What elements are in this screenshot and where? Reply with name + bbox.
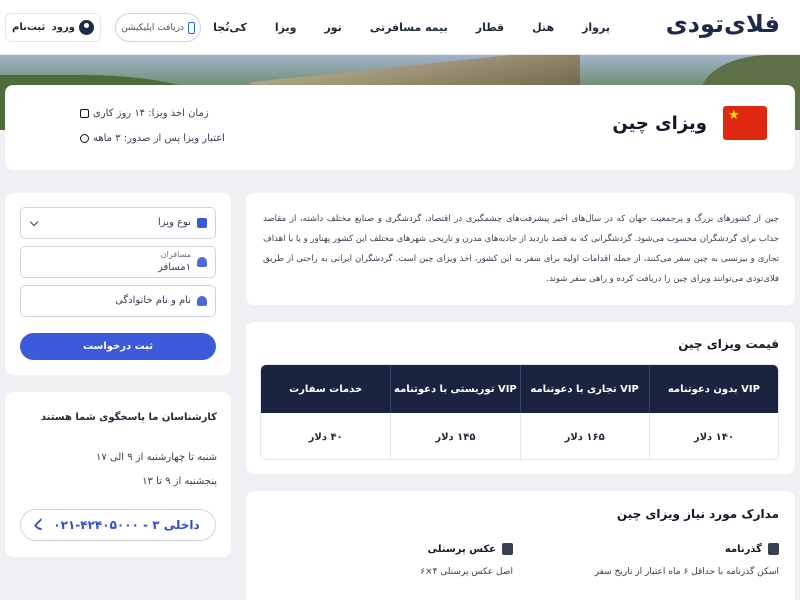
full-name-placeholder: نام و نام خانوادگی: [115, 295, 191, 306]
chevron-down-icon: [29, 217, 39, 227]
nav-kitoja[interactable]: کی‌تُجا: [213, 21, 247, 34]
passport-description: اسکن گذرنامه با حداقل ۶ ماه اعتبار از تا…: [594, 567, 779, 577]
visa-title-card: ★ ویزای چین زمان اخذ ویزا: ۱۴ روز کاری ا…: [5, 85, 795, 170]
document-item-passport: گذرنامه اسکن گذرنامه با حداقل ۶ ماه اعتب…: [595, 543, 779, 577]
calendar-icon: [80, 109, 89, 118]
nav-hotel[interactable]: هتل: [532, 21, 554, 34]
nav-flight[interactable]: پرواز: [582, 21, 610, 34]
photo-title: عکس پرسنلی: [427, 543, 496, 555]
price-cell: ۱۴۵ دلار: [390, 413, 519, 459]
visa-type-placeholder: نوع ویزا: [157, 217, 191, 228]
id-card-icon: [502, 543, 513, 555]
login-button[interactable]: ورود: [52, 20, 94, 35]
passengers-field[interactable]: مسافران ۱مسافر: [20, 246, 216, 278]
price-table-header: VIP بدون دعوتنامه VIP تجاری با دعوتنامه …: [261, 365, 778, 413]
visa-validity: اعتبار ویزا پس از صدور: ۳ ماهه: [80, 133, 225, 144]
get-app-label: دریافت اپلیکیشن: [121, 22, 184, 33]
passport-icon: [768, 543, 779, 555]
price-cell: ۴۰ دلار: [308, 431, 343, 443]
photo-description: اصل عکس پرسنلی ۴×۶: [420, 567, 513, 577]
price-cell: ۱۴۰ دلار: [648, 413, 778, 459]
working-hours-weekdays: شنبه تا چهارشنبه از ۹ الی ۱۷: [95, 452, 217, 463]
visa-type-select[interactable]: نوع ویزا: [20, 207, 216, 239]
price-heading: قیمت ویزای چین: [678, 337, 779, 351]
mobile-phone-icon: [187, 21, 195, 34]
price-col-header: خدمات سفارت: [289, 383, 363, 395]
document-item-photo: عکس پرسنلی اصل عکس پرسنلی ۴×۶: [420, 543, 513, 577]
price-cell: ۱۶۵ دلار: [519, 413, 649, 459]
contact-heading: کارشناسان ما پاسخگوی شما هستند: [40, 412, 217, 423]
page-title: ویزای چین: [612, 113, 707, 134]
visa-description: چین از کشورهای بزرگ و پرجمعیت جهان که در…: [263, 214, 779, 284]
price-table-row: ۱۴۰ دلار ۱۶۵ دلار ۱۴۵ دلار ۴۰ دلار: [261, 413, 778, 459]
required-documents-card: مدارک مورد نیاز ویزای چین گذرنامه اسکن گ…: [246, 491, 795, 600]
passport-title: گذرنامه: [724, 543, 762, 555]
document-icon: [197, 218, 207, 228]
documents-heading: مدارک مورد نیاز ویزای چین: [616, 507, 779, 521]
visa-request-form: نوع ویزا مسافران ۱مسافر نام و نام خانواد…: [5, 193, 231, 375]
user-circle-icon: [79, 20, 94, 35]
auth-box: ورود ثبت‌نام: [5, 13, 101, 42]
login-label: ورود: [51, 22, 75, 33]
nav-insurance[interactable]: بیمه مسافرتی: [370, 21, 448, 34]
validity-text: اعتبار ویزا پس از صدور: ۳ ماهه: [93, 133, 225, 144]
passengers-label: مسافران: [160, 250, 191, 259]
submit-request-button[interactable]: ثبت درخواست: [20, 333, 216, 360]
nav-visa[interactable]: ویزا: [275, 21, 297, 34]
phone-icon: [34, 517, 50, 533]
call-support-button[interactable]: ۰۲۱-۴۲۴۰۵۰۰۰ - داخلی ۳: [20, 509, 216, 541]
price-table: VIP بدون دعوتنامه VIP تجاری با دعوتنامه …: [260, 364, 779, 460]
contact-card: کارشناسان ما پاسخگوی شما هستند شنبه تا چ…: [5, 392, 231, 557]
processing-time: زمان اخذ ویزا: ۱۴ روز کاری: [80, 108, 209, 119]
group-icon: [197, 257, 207, 267]
working-hours-thursday: پنجشنبه از ۹ تا ۱۳: [142, 476, 217, 487]
passengers-value: ۱مسافر: [158, 262, 191, 273]
processing-time-text: زمان اخذ ویزا: ۱۴ روز کاری: [93, 108, 209, 119]
main-nav: پرواز هتل قطار بیمه مسافرتی تور ویزا کی‌…: [185, 0, 610, 55]
support-phone-number: ۰۲۱-۴۲۴۰۵۰۰۰ - داخلی ۳: [53, 518, 200, 532]
site-header: فلای‌تودی پرواز هتل قطار بیمه مسافرتی تو…: [0, 0, 800, 55]
price-col-header: VIP بدون دعوتنامه: [648, 365, 778, 413]
clock-icon: [80, 134, 89, 143]
nav-tour[interactable]: تور: [324, 21, 341, 34]
full-name-input[interactable]: نام و نام خانوادگی: [20, 285, 216, 317]
register-link[interactable]: ثبت‌نام: [12, 22, 45, 33]
site-logo[interactable]: فلای‌تودی: [666, 10, 781, 38]
nav-train[interactable]: قطار: [476, 21, 504, 34]
price-col-header: VIP توریستی با دعوتنامه: [390, 365, 519, 413]
get-app-button[interactable]: دریافت اپلیکیشن: [115, 13, 201, 42]
person-icon: [197, 296, 207, 306]
visa-description-card: چین از کشورهای بزرگ و پرجمعیت جهان که در…: [246, 193, 795, 305]
visa-price-card: قیمت ویزای چین VIP بدون دعوتنامه VIP تجا…: [246, 322, 795, 474]
price-col-header: VIP تجاری با دعوتنامه: [519, 365, 649, 413]
china-flag-icon: ★: [723, 106, 767, 140]
